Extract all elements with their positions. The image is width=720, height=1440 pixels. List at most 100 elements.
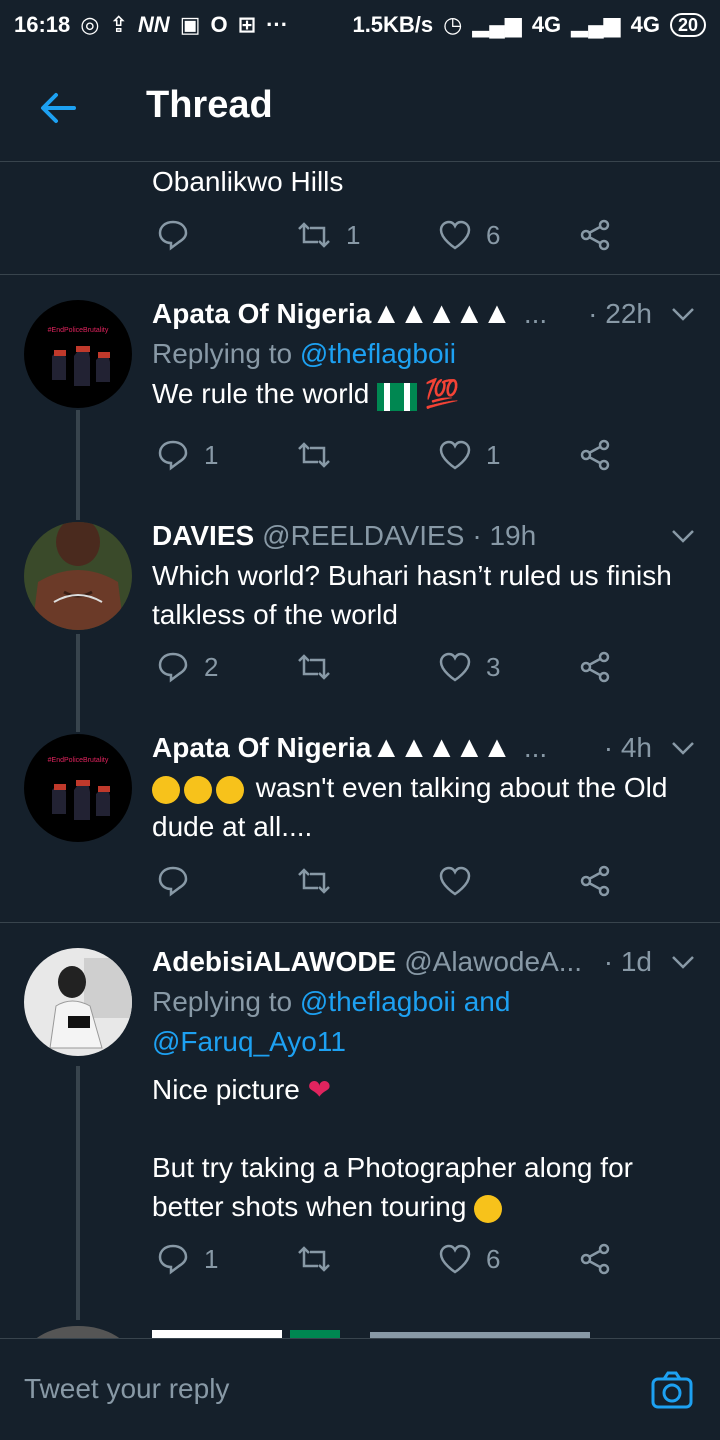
reply-count: 2 [204,651,219,682]
camera-icon[interactable] [650,1369,694,1413]
laughing-emoji-icon [152,775,180,804]
reply-button[interactable] [156,218,190,252]
tweet-body: We rule the world [152,378,370,409]
share-button[interactable] [578,864,612,898]
retweet-icon [298,868,330,894]
reply-icon [158,1244,188,1275]
timestamp: · 1d [603,946,652,977]
share-button[interactable] [578,218,612,252]
avatar[interactable] [24,522,132,630]
tweet-text: Nice picture ❤ But try taking a Photogra… [152,1070,696,1226]
retweet-icon [298,1246,330,1272]
retweet-button[interactable] [296,1242,332,1276]
retweet-button[interactable]: 1 [296,218,360,252]
back-arrow-icon[interactable] [36,86,80,130]
divider [0,922,720,923]
tweet[interactable]: #EndPoliceBrutality Apata Of Nigeria ▲▲▲… [0,728,720,922]
reply-button[interactable]: 2 [156,650,218,684]
reply-icon [158,220,188,251]
like-button[interactable]: 1 [438,438,500,472]
alarm-icon: ◷ [443,12,463,37]
like-button[interactable] [438,864,472,898]
nn-icon: NN [137,12,170,37]
reply-button[interactable]: 1 [156,438,218,472]
share-icon [580,865,610,897]
share-button[interactable] [578,438,612,472]
youtube-icon: ▣ [179,12,201,37]
avatar[interactable]: #EndPoliceBrutality [24,300,132,408]
battery-icon: 20 [669,13,706,37]
display-name: Apata Of Nigeria [152,298,372,329]
retweet-button[interactable] [296,438,332,472]
tweet-actions: 1 1 [152,438,612,478]
display-name: Apata Of Nigeria [152,732,372,763]
replying-label: Replying to [152,986,293,1017]
red-heart-icon: ❤ [307,1074,332,1105]
replying-label: Replying to [152,338,293,369]
retweet-button[interactable] [296,864,332,898]
triangle-emoji: ▲▲▲▲▲ [371,297,511,330]
tweet-text: Which world? Buhari hasn’t ruled us fini… [152,560,672,630]
chevron-down-icon[interactable] [670,949,696,975]
retweet-button[interactable] [296,650,332,684]
mention-link[interactable]: @theflagboii [300,338,456,369]
heart-icon [439,652,471,682]
reply-button[interactable]: 1 [156,1242,218,1276]
retweet-icon [298,442,330,468]
replying-to: Replying to @theflagboii [152,334,696,374]
chevron-down-icon[interactable] [670,735,696,761]
retweet-icon [298,654,330,680]
avatar[interactable] [24,948,132,1056]
handle-ellipsis: ... [523,732,548,763]
tweet-actions: 2 3 [152,650,612,690]
like-count: 6 [486,219,501,250]
opera-icon: O [210,12,228,37]
tweet[interactable]: AdebisiALAWODE @AlawodeA... · 1d Replyin… [0,942,720,1292]
reply-count: 1 [204,1243,219,1274]
reply-icon [158,652,188,683]
display-name: DAVIES [152,520,255,551]
like-button[interactable]: 6 [438,218,500,252]
clock: 16:18 [14,12,71,37]
like-button[interactable]: 3 [438,650,500,684]
chevron-down-icon[interactable] [670,523,696,549]
like-count: 6 [486,1243,501,1274]
retweet-count: 1 [346,219,361,250]
tweet-text: We rule the world 💯 [152,374,696,413]
laughing-emoji-icon [184,775,212,804]
chevron-down-icon[interactable] [670,301,696,327]
reply-input[interactable]: Tweet your reply [24,1373,229,1405]
whatsapp-icon: ◎ [80,12,100,37]
partial-next-tweet [0,1320,720,1338]
handle-ellipsis: ... [523,298,548,329]
heart-icon [439,1244,471,1274]
avatar-caption: #EndPoliceBrutality [48,757,109,764]
hundred-emoji: 💯 [424,378,460,409]
nigeria-flag-icon [377,382,398,411]
triangle-emoji: ▲▲▲▲▲ [371,731,511,764]
mention-link[interactable]: @Faruq_Ayo11 [152,1026,346,1057]
handle: @REELDAVIES [262,520,465,551]
reply-count: 1 [204,439,219,470]
signal-icon-2: ▂▄▆ [571,12,621,37]
like-button[interactable]: 6 [438,1242,500,1276]
share-icon [580,219,610,251]
tweet-text: wasn't even talking about the Old dude a… [152,768,696,846]
share-button[interactable] [578,650,612,684]
handle: @AlawodeA... [404,946,583,977]
upload-icon: ⇪ [109,12,128,37]
more-icon: ··· [266,12,289,37]
reply-icon [158,866,188,897]
network-speed: 1.5KB/s [352,12,434,37]
share-button[interactable] [578,1242,612,1276]
tweet[interactable]: DAVIES @REELDAVIES · 19h Which world? Bu… [0,516,720,716]
nigeria-flag-icon [397,382,418,411]
avatar[interactable]: #EndPoliceBrutality [24,734,132,842]
like-count: 1 [486,439,501,470]
heart-icon [439,220,471,250]
tweet-top[interactable]: Obanlikwo Hills 1 6 [0,162,720,274]
reply-composer[interactable]: Tweet your reply [0,1338,720,1440]
reply-button[interactable] [156,864,190,898]
tweet[interactable]: #EndPoliceBrutality Apata Of Nigeria ▲▲▲… [0,290,720,500]
mention-link[interactable]: @theflagboii and [300,986,511,1017]
